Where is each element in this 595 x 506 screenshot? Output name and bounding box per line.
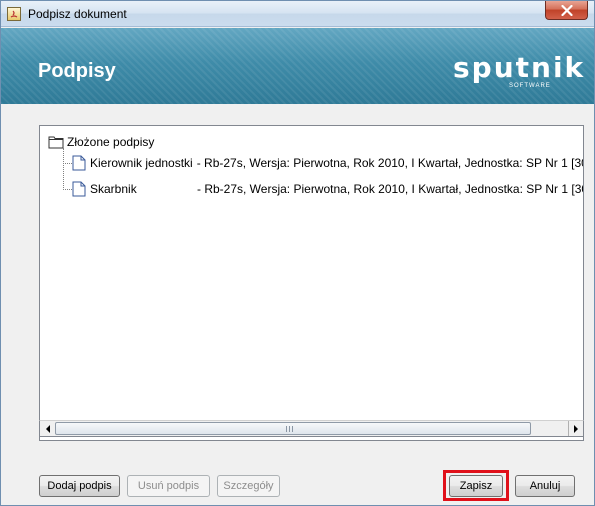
java-app-icon: [7, 7, 21, 21]
add-signature-button[interactable]: Dodaj podpis: [39, 475, 120, 497]
signature-details: - Rb-27s, Wersja: Pierwotna, Rok 2010, I…: [197, 182, 584, 196]
window-title: Podpisz dokument: [28, 7, 127, 21]
scroll-right-button[interactable]: [568, 421, 583, 436]
document-icon: [72, 181, 86, 197]
header-banner: Podpisy sputnik SOFTWARE: [1, 28, 594, 104]
folder-icon: [48, 136, 64, 149]
scroll-left-button[interactable]: [40, 421, 55, 436]
close-icon: [561, 5, 573, 16]
signatures-tree[interactable]: Złożone podpisy Kierownik jednostki - Rb…: [39, 125, 584, 441]
document-icon: [72, 155, 86, 171]
signature-details: - Rb-27s, Wersja: Pierwotna, Rok 2010, I…: [196, 156, 584, 170]
page-title: Podpisy: [38, 60, 116, 82]
signer-name: Kierownik jednostki: [90, 156, 193, 170]
tree-root-label: Złożone podpisy: [67, 135, 155, 149]
signer-name: Skarbnik: [90, 182, 137, 196]
horizontal-scrollbar[interactable]: [39, 420, 584, 437]
details-button[interactable]: Szczegóły: [217, 475, 280, 497]
sputnik-logo: sputnik: [453, 51, 586, 84]
dialog-window: Podpisz dokument Podpisy sputnik SOFTWAR…: [0, 0, 595, 506]
tree-connector: [63, 189, 72, 190]
remove-signature-button[interactable]: Usuń podpis: [127, 475, 210, 497]
grip-icon: [286, 426, 293, 432]
scrollbar-thumb[interactable]: [55, 422, 531, 435]
content-area: Złożone podpisy Kierownik jednostki - Rb…: [1, 105, 594, 505]
tree-connector: [63, 163, 72, 164]
save-button[interactable]: Zapisz: [449, 475, 503, 497]
tree-connector: [63, 148, 64, 190]
arrow-right-icon: [574, 424, 578, 433]
cancel-button[interactable]: Anuluj: [515, 475, 575, 497]
title-bar: Podpisz dokument: [1, 1, 594, 27]
tree-item-signature[interactable]: Kierownik jednostki - Rb-27s, Wersja: Pi…: [72, 154, 584, 172]
tree-item-signature[interactable]: Skarbnik - Rb-27s, Wersja: Pierwotna, Ro…: [72, 180, 584, 198]
close-button[interactable]: [545, 1, 588, 20]
arrow-left-icon: [45, 424, 50, 433]
logo-subtitle: SOFTWARE: [509, 83, 551, 89]
